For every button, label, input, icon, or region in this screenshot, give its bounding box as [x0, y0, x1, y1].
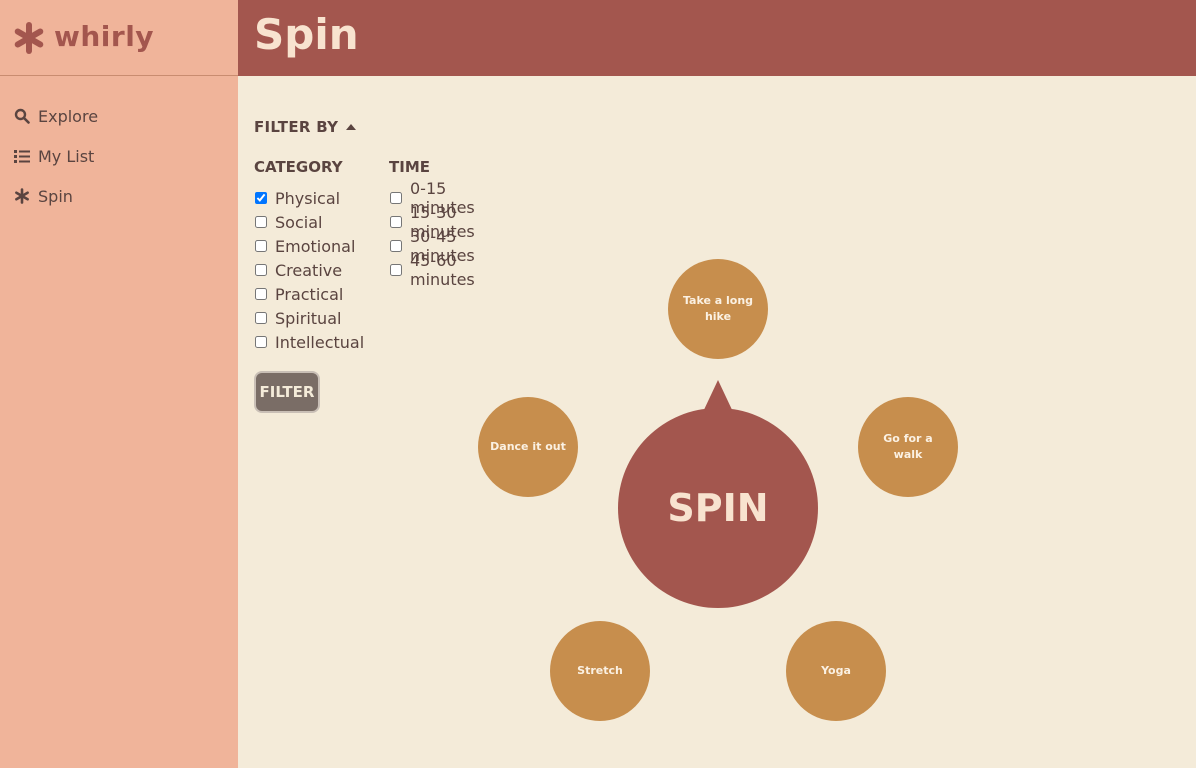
- time-checkbox-30-45[interactable]: [390, 240, 402, 252]
- sidebar-item-label: Explore: [38, 106, 99, 126]
- time-checkbox-15-30[interactable]: [390, 216, 402, 228]
- time-heading: TIME: [389, 158, 430, 176]
- option-label: Practical: [275, 284, 344, 304]
- option-label: Social: [275, 212, 323, 232]
- page-header: Spin: [238, 0, 1196, 76]
- activity-bubble-yoga[interactable]: Yoga: [786, 621, 886, 721]
- sidebar: whirly Explore My List Spin: [0, 0, 238, 768]
- option-label: Physical: [275, 188, 341, 208]
- time-checkbox-45-60[interactable]: [390, 264, 402, 276]
- brand[interactable]: whirly: [0, 0, 238, 76]
- asterisk-icon: [14, 188, 30, 204]
- category-checkbox-practical[interactable]: [255, 288, 267, 300]
- option-label: Spiritual: [275, 308, 342, 328]
- option-label: Creative: [275, 260, 343, 280]
- asterisk-logo-icon: [13, 22, 45, 58]
- time-checkbox-0-15[interactable]: [390, 192, 402, 204]
- category-checkbox-spiritual[interactable]: [255, 312, 267, 324]
- sidebar-item-label: Spin: [38, 186, 73, 206]
- sidebar-item-spin[interactable]: Spin: [0, 176, 238, 216]
- category-option-creative[interactable]: Creative: [254, 258, 364, 282]
- category-option-intellectual[interactable]: Intellectual: [254, 330, 364, 354]
- activity-bubble-stretch[interactable]: Stretch: [550, 621, 650, 721]
- time-option-45-60[interactable]: 45-60 minutes: [389, 251, 475, 289]
- sidebar-item-explore[interactable]: Explore: [0, 96, 238, 136]
- category-checkbox-social[interactable]: [255, 216, 267, 228]
- time-filter-group: TIME 0-15 minutes 15-30 minutes 30-45 mi…: [389, 158, 475, 289]
- sidebar-item-label: My List: [38, 146, 95, 166]
- activity-bubble-take-a-long-hike[interactable]: Take a long hike: [668, 259, 768, 359]
- search-icon: [14, 108, 30, 124]
- category-option-spiritual[interactable]: Spiritual: [254, 306, 364, 330]
- activity-bubble-dance-it-out[interactable]: Dance it out: [478, 397, 578, 497]
- category-filter-group: CATEGORY Physical Social Emotional Creat…: [254, 158, 364, 354]
- category-option-emotional[interactable]: Emotional: [254, 234, 364, 258]
- category-option-social[interactable]: Social: [254, 210, 364, 234]
- spin-button[interactable]: SPIN: [618, 408, 818, 608]
- filter-by-label: FILTER BY: [254, 118, 339, 136]
- option-label: Emotional: [275, 236, 356, 256]
- option-label: 45-60 minutes: [410, 251, 475, 289]
- category-checkbox-emotional[interactable]: [255, 240, 267, 252]
- filter-panel: FILTER BY CATEGORY Physical Social Emoti…: [254, 118, 475, 413]
- category-heading: CATEGORY: [254, 158, 343, 176]
- page-title: Spin: [254, 10, 359, 59]
- sidebar-item-my-list[interactable]: My List: [0, 136, 238, 176]
- category-option-physical[interactable]: Physical: [254, 186, 364, 210]
- caret-up-icon: [346, 124, 357, 130]
- list-icon: [14, 148, 30, 164]
- category-checkbox-intellectual[interactable]: [255, 336, 267, 348]
- brand-name: whirly: [54, 20, 155, 53]
- activity-bubble-go-for-a-walk[interactable]: Go for a walk: [858, 397, 958, 497]
- category-checkbox-creative[interactable]: [255, 264, 267, 276]
- sidebar-nav: Explore My List Spin: [0, 96, 238, 216]
- filter-button[interactable]: FILTER: [254, 371, 320, 413]
- filter-by-toggle[interactable]: FILTER BY: [254, 118, 357, 136]
- category-option-practical[interactable]: Practical: [254, 282, 364, 306]
- category-checkbox-physical[interactable]: [255, 192, 267, 204]
- option-label: Intellectual: [275, 332, 365, 352]
